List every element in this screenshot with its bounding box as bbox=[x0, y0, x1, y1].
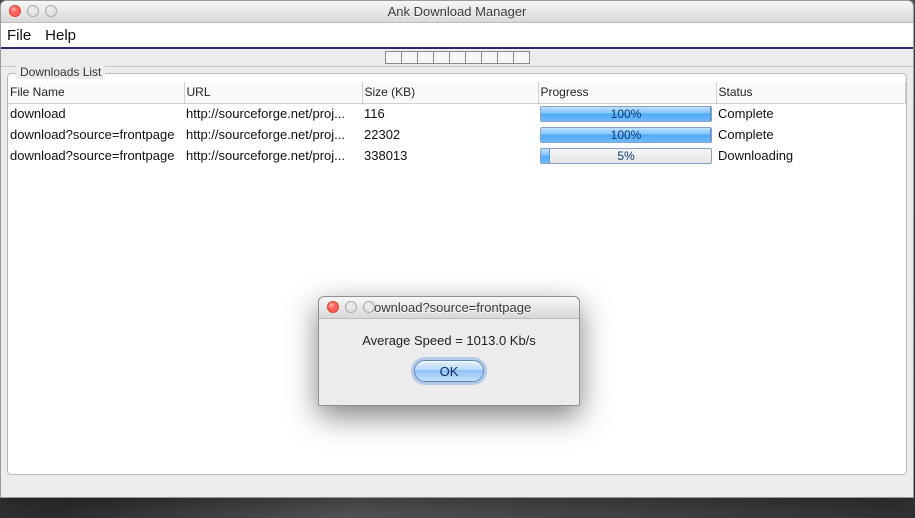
col-header-progress[interactable]: Progress bbox=[538, 82, 716, 103]
col-header-url[interactable]: URL bbox=[184, 82, 362, 103]
tool-slot[interactable] bbox=[513, 51, 530, 64]
toolbar bbox=[1, 49, 913, 67]
tool-slot[interactable] bbox=[465, 51, 482, 64]
cell-progress: 5% bbox=[538, 145, 716, 166]
cell-url: http://sourceforge.net/proj... bbox=[184, 124, 362, 145]
progress-label: 5% bbox=[541, 149, 711, 163]
speed-dialog: download?source=frontpage Average Speed … bbox=[318, 296, 580, 406]
close-icon[interactable] bbox=[327, 301, 339, 313]
tool-slot[interactable] bbox=[385, 51, 402, 64]
minimize-icon[interactable] bbox=[27, 5, 39, 17]
cell-progress: 100% bbox=[538, 103, 716, 124]
menubar: File Help bbox=[1, 23, 913, 49]
dialog-titlebar[interactable]: download?source=frontpage bbox=[319, 297, 579, 319]
tool-slot[interactable] bbox=[433, 51, 450, 64]
cell-file: download bbox=[8, 103, 184, 124]
cell-status: Downloading bbox=[716, 145, 906, 166]
tool-slot[interactable] bbox=[449, 51, 466, 64]
cell-size: 22302 bbox=[362, 124, 538, 145]
downloads-group: Downloads List File Name URL Size (KB) P… bbox=[7, 73, 907, 475]
titlebar[interactable]: Ank Download Manager bbox=[1, 1, 913, 23]
progress-bar: 100% bbox=[540, 106, 712, 122]
cell-status: Complete bbox=[716, 103, 906, 124]
cell-url: http://sourceforge.net/proj... bbox=[184, 145, 362, 166]
table-row[interactable]: downloadhttp://sourceforge.net/proj...11… bbox=[8, 103, 906, 124]
table-row[interactable]: download?source=frontpagehttp://sourcefo… bbox=[8, 124, 906, 145]
cell-url: http://sourceforge.net/proj... bbox=[184, 103, 362, 124]
tool-slot[interactable] bbox=[417, 51, 434, 64]
cell-status: Complete bbox=[716, 124, 906, 145]
menu-help[interactable]: Help bbox=[45, 27, 76, 44]
cell-size: 338013 bbox=[362, 145, 538, 166]
window-title: Ank Download Manager bbox=[1, 4, 913, 19]
cell-file: download?source=frontpage bbox=[8, 124, 184, 145]
col-header-status[interactable]: Status bbox=[716, 82, 906, 103]
col-header-size[interactable]: Size (KB) bbox=[362, 82, 538, 103]
progress-bar: 100% bbox=[540, 127, 712, 143]
downloads-table: File Name URL Size (KB) Progress Status … bbox=[8, 82, 906, 166]
progress-label: 100% bbox=[541, 107, 711, 121]
zoom-icon[interactable] bbox=[363, 301, 375, 313]
tool-slot[interactable] bbox=[401, 51, 418, 64]
menu-file[interactable]: File bbox=[7, 27, 31, 44]
progress-label: 100% bbox=[541, 128, 711, 142]
col-header-file[interactable]: File Name bbox=[8, 82, 184, 103]
ok-button[interactable]: OK bbox=[414, 360, 484, 382]
zoom-icon[interactable] bbox=[45, 5, 57, 17]
minimize-icon[interactable] bbox=[345, 301, 357, 313]
tool-slot[interactable] bbox=[481, 51, 498, 64]
dialog-message: Average Speed = 1013.0 Kb/s bbox=[319, 319, 579, 354]
group-label: Downloads List bbox=[16, 65, 105, 79]
toolbar-buttons bbox=[385, 51, 530, 64]
main-window: Ank Download Manager File Help Downloads… bbox=[0, 0, 914, 498]
progress-bar: 5% bbox=[540, 148, 712, 164]
table-row[interactable]: download?source=frontpagehttp://sourcefo… bbox=[8, 145, 906, 166]
cell-progress: 100% bbox=[538, 124, 716, 145]
cell-file: download?source=frontpage bbox=[8, 145, 184, 166]
table-header-row: File Name URL Size (KB) Progress Status bbox=[8, 82, 906, 103]
cell-size: 116 bbox=[362, 103, 538, 124]
tool-slot[interactable] bbox=[497, 51, 514, 64]
close-icon[interactable] bbox=[9, 5, 21, 17]
